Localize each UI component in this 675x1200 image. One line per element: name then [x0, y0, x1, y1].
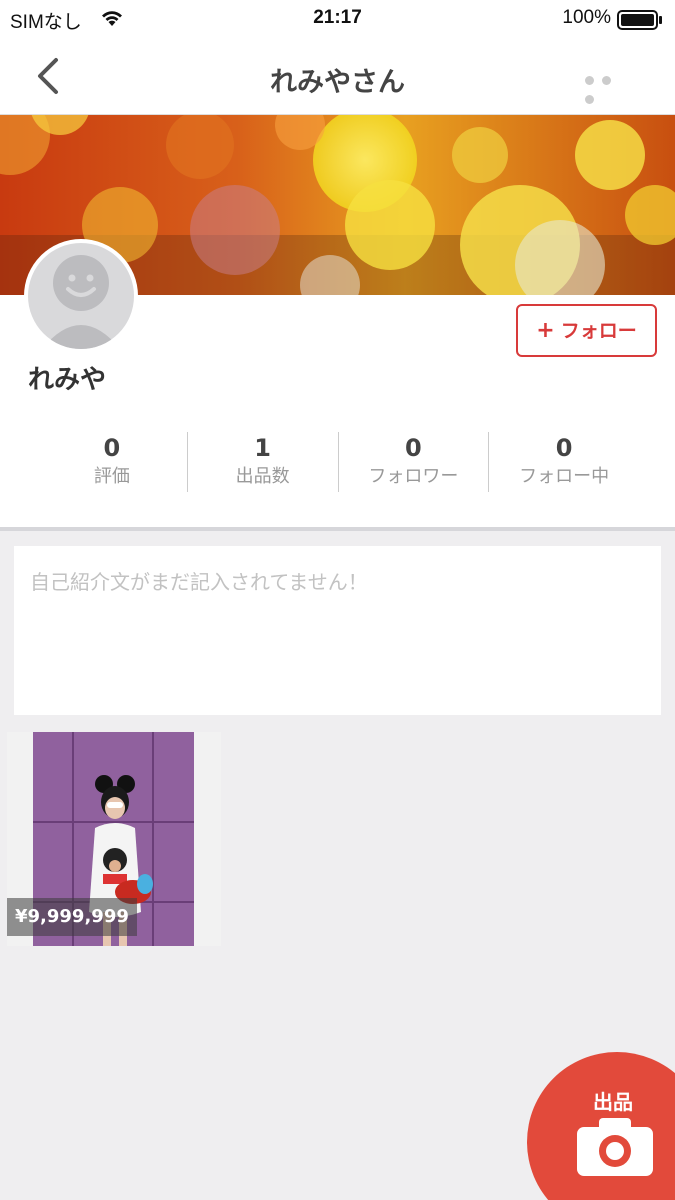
default-user-icon	[28, 243, 134, 349]
stat-label: フォロワー	[368, 466, 459, 487]
section-divider	[0, 527, 675, 531]
stat-value: 0	[555, 434, 573, 462]
page-title: れみやさん	[270, 67, 405, 98]
plus-icon: +	[536, 318, 555, 343]
avatar[interactable]	[24, 239, 138, 353]
status-bar: SIMなし 21:17 100%	[0, 0, 675, 38]
stat-value: 0	[103, 434, 121, 462]
follow-button[interactable]: + フォロー	[516, 304, 657, 357]
profile-stats: 0 評価 1 出品数 0 フォロワー 0 フォロー中	[37, 432, 639, 492]
battery-percent: 100%	[562, 7, 611, 28]
stat-value: 0	[405, 434, 422, 462]
stat-label: 評価	[93, 466, 130, 487]
bio-placeholder: 自己紹介文がまだ記入されてません！	[30, 570, 368, 594]
list-item-button[interactable]: 出品	[527, 1052, 675, 1200]
stat-following[interactable]: 0 フォロー中	[488, 432, 639, 492]
item-price: ¥9,999,999	[7, 898, 137, 936]
stat-label: 出品数	[235, 466, 290, 487]
stat-label: フォロー中	[519, 466, 610, 487]
fab-label: 出品	[593, 1090, 633, 1114]
item-card[interactable]: ¥9,999,999	[7, 732, 221, 946]
follow-button-label: フォロー	[560, 320, 637, 342]
profile-name: れみや	[28, 365, 107, 395]
more-options-button[interactable]	[585, 70, 635, 104]
more-horizontal-icon	[585, 76, 594, 85]
stat-value: 1	[254, 434, 271, 462]
battery-icon	[617, 10, 663, 34]
stat-listings[interactable]: 1 出品数	[186, 432, 338, 492]
bio-box: 自己紹介文がまだ記入されてません！	[14, 546, 661, 715]
camera-icon	[577, 1118, 653, 1180]
stat-rating[interactable]: 0 評価	[37, 432, 187, 492]
stat-followers[interactable]: 0 フォロワー	[337, 432, 489, 492]
navigation-bar: れみやさん	[0, 38, 675, 115]
